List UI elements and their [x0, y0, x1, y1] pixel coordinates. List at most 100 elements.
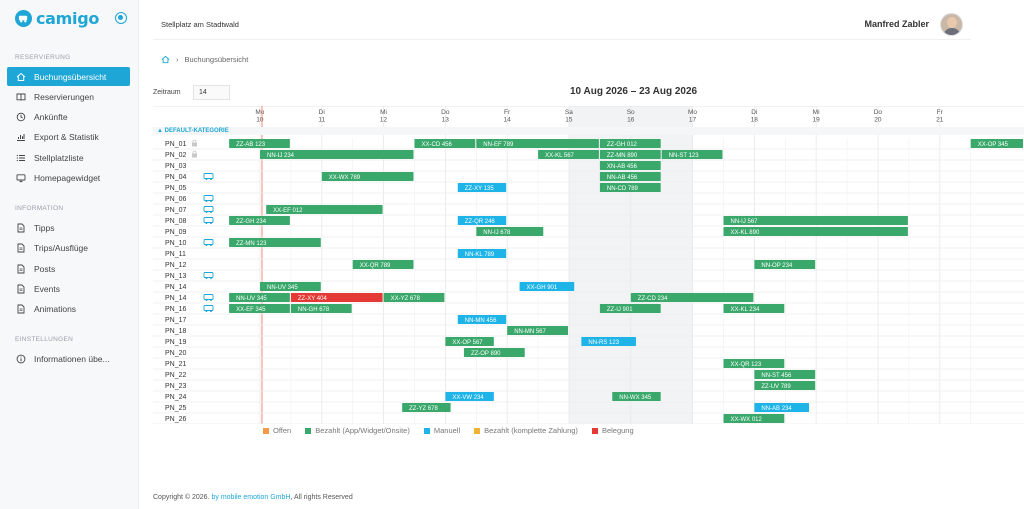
pitch-label[interactable]: PN_03: [165, 163, 187, 170]
booking-label[interactable]: XX-OP 567: [452, 340, 483, 346]
pitch-label[interactable]: PN_12: [165, 262, 187, 269]
booking-label[interactable]: XX-WX 789: [329, 175, 361, 181]
booking-label[interactable]: ZZ-XY 135: [465, 186, 495, 192]
legend-item: Bezahlt (komplette Zahlung): [474, 426, 578, 435]
booking-label[interactable]: NN-ST 123: [669, 153, 700, 159]
sidebar-item-ankünfte[interactable]: Ankünfte: [7, 107, 130, 126]
booking-label[interactable]: ZZ-YZ 678: [409, 406, 438, 412]
booking-label[interactable]: XX-KL 567: [545, 153, 574, 159]
sidebar-item-tipps[interactable]: Tipps: [7, 218, 130, 237]
booking-label[interactable]: ZZ-IJ 901: [607, 307, 633, 313]
footer-rights: , All rights Reserved: [290, 494, 353, 501]
booking-label[interactable]: ZZ-AB 123: [236, 142, 266, 148]
booking-label[interactable]: XX-VW 234: [452, 395, 484, 401]
booking-label[interactable]: ZZ-MN 123: [236, 241, 267, 247]
booking-label[interactable]: NN-AB 456: [607, 175, 638, 181]
booking-label[interactable]: NN-OP 234: [761, 263, 793, 269]
sidebar-item-stellplatzliste[interactable]: Stellplatzliste: [7, 148, 130, 167]
booking-label[interactable]: XX-OP 345: [978, 142, 1009, 148]
pitch-label[interactable]: PN_05: [165, 185, 187, 192]
booking-label[interactable]: XN-AB 456: [607, 164, 638, 170]
pitch-label[interactable]: PN_20: [165, 350, 187, 357]
booking-label[interactable]: XX-EF 012: [273, 208, 303, 214]
booking-label[interactable]: XX-QR 123: [731, 362, 762, 368]
sidebar-item-export-statistik[interactable]: Export & Statistik: [7, 127, 130, 146]
footer-company-link[interactable]: by mobile emotion GmbH: [211, 494, 290, 501]
sidebar-item-homepagewidget[interactable]: Homepagewidget: [7, 168, 130, 187]
zeitraum-input[interactable]: 14: [193, 85, 230, 100]
sidebar-item-trips-ausflüge[interactable]: Trips/Ausflüge: [7, 238, 130, 257]
booking-label[interactable]: ZZ-OP 890: [471, 351, 501, 357]
pitch-label[interactable]: PN_14: [165, 284, 187, 291]
pitch-label[interactable]: PN_04: [165, 174, 187, 181]
booking-label[interactable]: ZZ-XY 404: [298, 296, 328, 302]
pitch-label[interactable]: PN_09: [165, 229, 187, 236]
booking-label[interactable]: ZZ-CD 234: [638, 296, 668, 302]
pitch-label[interactable]: PN_08: [165, 218, 187, 225]
booking-label[interactable]: XX-EF 345: [236, 307, 266, 313]
category-row[interactable]: ▲ DEFAULT-KATEGORIE: [153, 127, 1024, 135]
booking-label[interactable]: NN-MN 567: [514, 329, 546, 335]
user-name[interactable]: Manfred Zabler: [864, 19, 929, 29]
avatar[interactable]: [940, 13, 963, 36]
booking-label[interactable]: ZZ-QR 246: [465, 219, 496, 225]
pitch-label[interactable]: PN_01: [165, 141, 187, 148]
booking-label[interactable]: NN-GH 678: [298, 307, 330, 313]
booking-label[interactable]: NN-IJ 567: [731, 219, 759, 225]
pitch-label[interactable]: PN_10: [165, 240, 187, 247]
booking-label[interactable]: NN-UV 345: [236, 296, 267, 302]
pitch-label[interactable]: PN_16: [165, 306, 187, 313]
booking-label[interactable]: NN-IJ 234: [267, 153, 295, 159]
booking-label[interactable]: ZZ-UV 789: [761, 384, 791, 390]
booking-label[interactable]: ZZ-GH 012: [607, 142, 638, 148]
pitch-label[interactable]: PN_21: [165, 361, 187, 368]
pitch-label[interactable]: PN_24: [165, 394, 187, 401]
booking-label[interactable]: NN-IJ 678: [483, 230, 511, 236]
sidebar-item-label: Export & Statistik: [34, 131, 99, 142]
pitch-label[interactable]: PN_06: [165, 196, 187, 203]
brand-logo[interactable]: camigo: [15, 9, 99, 28]
pitch-label[interactable]: PN_14: [165, 295, 187, 302]
pitch-label[interactable]: PN_25: [165, 405, 187, 412]
booking-label[interactable]: ZZ-MN 890: [607, 153, 638, 159]
booking-label[interactable]: XX-CD 456: [422, 142, 453, 148]
pitch-label[interactable]: PN_07: [165, 207, 187, 214]
legend-item: Bezahlt (App/Widget/Onsite): [305, 426, 410, 435]
booking-label[interactable]: NN-MN 456: [465, 318, 497, 324]
pitch-label[interactable]: PN_23: [165, 383, 187, 390]
home-icon[interactable]: [161, 55, 170, 64]
booking-label[interactable]: XX-KL 234: [731, 307, 760, 313]
sidebar-item-events[interactable]: Events: [7, 279, 130, 298]
pitch-label[interactable]: PN_11: [165, 251, 186, 258]
sidebar-item-label: Stellplatzliste: [34, 152, 84, 163]
target-icon[interactable]: [115, 12, 127, 24]
pitch-label[interactable]: PN_02: [165, 152, 187, 159]
pitch-label[interactable]: PN_22: [165, 372, 187, 379]
monitor-icon: [16, 173, 26, 182]
booking-label[interactable]: NN-KL 789: [465, 252, 495, 258]
sidebar-item-buchungsübersicht[interactable]: Buchungsübersicht: [7, 67, 130, 86]
booking-label[interactable]: XX-YZ 678: [391, 296, 421, 302]
booking-label[interactable]: XX-GH 901: [527, 285, 558, 291]
pitch-label[interactable]: PN_18: [165, 328, 187, 335]
pitch-label[interactable]: PN_19: [165, 339, 187, 346]
booking-label[interactable]: NN-AB 234: [761, 406, 792, 412]
booking-label[interactable]: NN-CD 789: [607, 186, 639, 192]
booking-label[interactable]: XX-WX 012: [731, 417, 763, 423]
booking-label[interactable]: NN-RS 123: [588, 340, 619, 346]
sidebar-item-posts[interactable]: Posts: [7, 259, 130, 278]
booking-label[interactable]: XX-KL 890: [731, 230, 760, 236]
pitch-label[interactable]: PN_17: [165, 317, 187, 324]
booking-label[interactable]: NN-WX 345: [619, 395, 652, 401]
pitch-label[interactable]: PN_26: [165, 416, 187, 423]
sidebar-item-informationen-übe[interactable]: Informationen übe...: [7, 349, 130, 368]
booking-label[interactable]: NN-UV 345: [267, 285, 298, 291]
day-number-8: 18: [751, 117, 759, 124]
booking-label[interactable]: NN-EF 789: [483, 142, 514, 148]
booking-label[interactable]: XX-QR 789: [360, 263, 391, 269]
sidebar-item-animations[interactable]: Animations: [7, 299, 130, 318]
booking-label[interactable]: ZZ-GH 234: [236, 219, 267, 225]
booking-label[interactable]: NN-ST 456: [761, 373, 792, 379]
sidebar-item-reservierungen[interactable]: Reservierungen: [7, 87, 130, 106]
pitch-label[interactable]: PN_13: [165, 273, 187, 280]
